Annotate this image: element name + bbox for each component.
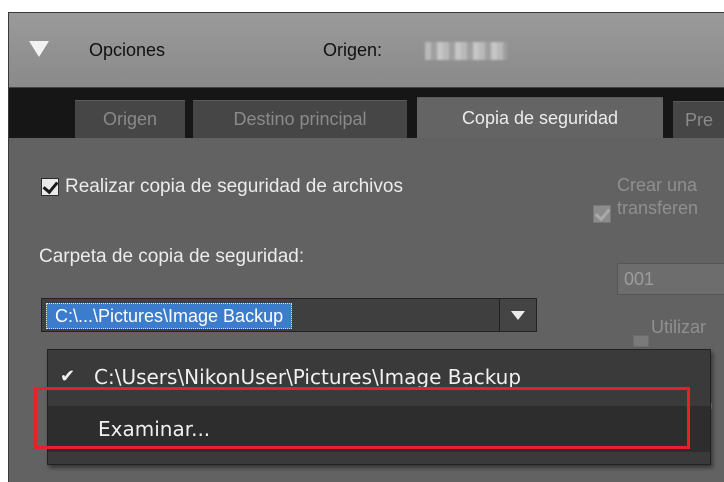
dropdown-item-image-backup[interactable]: ✔ C:\Users\NikonUser\Pictures\Image Back… bbox=[48, 354, 710, 400]
backup-folder-label: Carpeta de copia de seguridad: bbox=[39, 246, 305, 267]
dropdown-item-label: Examinar... bbox=[98, 417, 211, 441]
chevron-down-icon bbox=[511, 311, 525, 320]
checkmark-icon bbox=[42, 177, 59, 195]
tab-copia-de-seguridad[interactable]: Copia de seguridad bbox=[417, 97, 663, 138]
use-name-label-line1: Utilizar bbox=[651, 317, 707, 337]
tab-pre[interactable]: Pre bbox=[673, 101, 724, 138]
dropdown-item-examinar[interactable]: Examinar... bbox=[48, 406, 710, 452]
checkmark-icon bbox=[594, 204, 611, 222]
backup-folder-value: C:\...\Pictures\Image Backup bbox=[46, 303, 293, 329]
create-folder-label-line2: transferen bbox=[617, 198, 699, 218]
create-folder-label-line1: Crear una bbox=[617, 175, 698, 195]
backup-enable-label: Realizar copia de seguridad de archivos bbox=[65, 176, 403, 197]
backup-folder-dropdown-list: ✔ C:\Users\NikonUser\Pictures\Image Back… bbox=[47, 349, 711, 465]
number-input[interactable]: 001 bbox=[617, 263, 724, 295]
backup-enable-checkbox[interactable] bbox=[41, 177, 59, 196]
origin-value-blurred bbox=[425, 42, 507, 60]
tab-destino-principal[interactable]: Destino principal bbox=[193, 100, 407, 138]
origin-label: Origen: bbox=[323, 40, 383, 60]
tab-origen[interactable]: Origen bbox=[75, 100, 185, 138]
panel-title: Opciones bbox=[89, 40, 166, 60]
dropdown-toggle-button[interactable] bbox=[499, 299, 536, 331]
use-name-checkbox[interactable] bbox=[633, 335, 649, 347]
checkmark-icon: ✔ bbox=[60, 366, 76, 387]
options-panel: Opciones Origen: Origen Destino principa… bbox=[8, 12, 724, 482]
options-header[interactable]: Opciones Origen: bbox=[9, 13, 724, 88]
create-folder-checkbox[interactable] bbox=[593, 204, 611, 223]
dropdown-item-label: C:\Users\NikonUser\Pictures\Image Backup bbox=[94, 365, 522, 389]
number-input-value: 001 bbox=[624, 269, 655, 289]
tab-bar: Origen Destino principal Copia de seguri… bbox=[9, 88, 724, 138]
backup-folder-select[interactable]: C:\...\Pictures\Image Backup bbox=[41, 298, 537, 332]
collapse-triangle-icon[interactable] bbox=[29, 41, 49, 57]
